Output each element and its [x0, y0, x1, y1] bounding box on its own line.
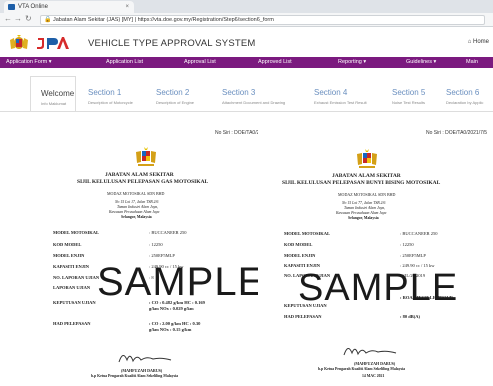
tab-subtitle: Info Maklumat	[41, 101, 67, 106]
address-line: Taman Industri Alam Jaya,	[344, 206, 386, 210]
company-name: MODAZ MOTOSIKAL SDN BHD	[338, 192, 396, 197]
forward-icon[interactable]: →	[14, 14, 22, 23]
agency-name: JABATAN ALAM SEKITAR	[105, 172, 174, 178]
tab-title: VTA Online	[18, 4, 48, 10]
tab-subtitle: Description of Engine	[156, 100, 195, 105]
field-label: MODEL ENJIN	[53, 253, 85, 258]
close-tab-icon[interactable]: ×	[125, 1, 129, 13]
tab-title: Section 5	[392, 88, 426, 97]
agency-name: JABATAN ALAM SEKITAR	[332, 173, 401, 179]
certificate-emission: No Siri : DOE/TA0/2021 JABATAN ALAM SEKI…	[45, 120, 268, 386]
field-label: KEPUTUSAN UJIAN	[53, 300, 96, 305]
address-line: Taman Industri Alam Jaya,	[117, 205, 159, 209]
field-label: MODEL MOTOSIKAL	[53, 230, 100, 235]
tab-section-2[interactable]: Section 2 Description of Engine	[146, 76, 216, 112]
field-label: NO. LAPORAN UJIAN	[53, 275, 100, 280]
browser-tabbar: VTA Online ×	[0, 0, 493, 13]
tab-title: Section 6	[446, 88, 480, 97]
field-value: : 250EF5MLP	[149, 253, 175, 258]
certificate-noise: No Siri : DOE/TA0/2021/7/5 JABATAN ALAM …	[258, 127, 493, 386]
sample-watermark: SAMPLE	[97, 260, 266, 304]
signatory-name: (MAHFUZAH DARUS)	[354, 361, 396, 366]
menu-guidelines[interactable]: Guidelines ▾	[406, 57, 436, 68]
field-label: KAPASITI ENJIN	[53, 264, 90, 269]
jas-logo-icon	[37, 37, 69, 49]
app-header: VEHICLE TYPE APPROVAL SYSTEM ⌂ Home	[0, 28, 493, 58]
field-value: : CO : 2.00 g/km HC : 0.30 g/km NOx : 0.…	[149, 321, 201, 332]
malaysia-crest-icon	[10, 35, 28, 49]
signatory-name: (MAHFUZAH DARUS)	[121, 368, 163, 373]
reload-icon[interactable]: ↻	[25, 14, 32, 23]
tab-subtitle: Exhaust Emission Test Result	[314, 100, 367, 105]
field-label: KOD MODEL	[284, 242, 313, 247]
tab-title: Section 3	[222, 88, 256, 97]
field-label: HAD PELEPASAN	[53, 321, 91, 326]
field-label: KOD MODEL	[53, 242, 82, 247]
field-label: LAPORAN UJIAN	[53, 285, 91, 290]
address-line: Selangor, Malaysia	[348, 216, 379, 220]
tab-title: Welcome	[41, 89, 75, 98]
main-menu: Application Form ▾ Application List Appr…	[0, 57, 493, 68]
address-line: No 15 Lot 17, Jalan TSB 2/6	[115, 200, 159, 204]
tab-title: Section 1	[88, 88, 122, 97]
field-value: : BUCCANEER 250	[400, 231, 438, 236]
certificate-title: SIJIL KELULUSAN PELEPASAN BUNYI BISING M…	[282, 180, 441, 186]
address-line: No 15 Lot 77, Jalan TSB 2/6	[342, 201, 386, 205]
sample-watermark: SAMPLE	[298, 267, 459, 309]
address-line: Kawasan Perusahaan Alam Jaya	[109, 210, 160, 214]
tab-subtitle: Attachment Document and Drawing	[222, 100, 286, 105]
step-tabs: Welcome Info Maklumat Section 1 Descript…	[0, 76, 493, 112]
signature-mark	[118, 355, 172, 363]
menu-approved-list[interactable]: Approved List	[258, 57, 292, 68]
tab-title: Section 4	[314, 88, 348, 97]
address-bar-row: ← → ↻ 🔒 Jabatan Alam Sekitar (JAS) [MY] …	[0, 13, 493, 27]
field-label: MODEL MOTOSIKAL	[284, 231, 331, 236]
tab-subtitle: Noise Test Results	[392, 100, 426, 105]
field-value: : BUCCANEER 250	[149, 230, 187, 235]
field-value: : 12250	[400, 242, 414, 247]
coat-of-arms-icon	[357, 149, 377, 168]
tab-subtitle: Description of Motorcycle	[88, 100, 133, 105]
certificate-title: SIJIL KELULUSAN PELEPASAN GAS MOTOSIKAL	[77, 179, 209, 185]
menu-reporting[interactable]: Reporting ▾	[338, 57, 366, 68]
lock-icon: 🔒	[44, 17, 52, 23]
field-value: : 12250	[149, 242, 163, 247]
step-divider	[0, 111, 493, 112]
menu-approval-list[interactable]: Approval List	[184, 57, 216, 68]
field-label: MODEL ENJIN	[284, 253, 316, 258]
tab-title: Section 2	[156, 88, 190, 97]
app-title: VEHICLE TYPE APPROVAL SYSTEM	[88, 38, 256, 49]
address-line: Kawasan Perusahaan Alam Jaya	[336, 211, 387, 215]
address-line: Selangor, Malaysia	[121, 215, 152, 219]
coat-of-arms-icon	[136, 147, 156, 166]
tab-section-3[interactable]: Section 3 Attachment Document and Drawin…	[212, 76, 308, 112]
menu-application-form[interactable]: Application Form ▾	[6, 57, 52, 68]
tab-section-5[interactable]: Section 5 Noise Test Results	[382, 76, 438, 112]
back-icon[interactable]: ←	[4, 14, 12, 23]
tab-section-6[interactable]: Section 6 Declaration by Applic	[436, 76, 493, 112]
company-name: MODAZ MOTOSIKAL SDN BHD	[107, 191, 165, 196]
favicon-icon	[8, 4, 15, 10]
field-value: : 80 dB(A)	[400, 314, 420, 319]
issue-date: 14 MAC 2021	[362, 374, 385, 378]
url-field[interactable]: 🔒 Jabatan Alam Sekitar (JAS) [MY] | http…	[40, 15, 485, 25]
field-value: : 250EF5MLP	[400, 253, 426, 258]
signatory-title: b.p Ketua Pengarah Kualiti Alam Sekelili…	[91, 374, 179, 378]
home-link[interactable]: ⌂ Home	[468, 39, 489, 45]
field-label: HAD PELEPASAN	[284, 314, 322, 319]
signature-mark	[343, 348, 397, 356]
serial-number: No Siri : DOE/TA0/2021/7/5	[426, 130, 488, 136]
browser-tab[interactable]: VTA Online ×	[4, 1, 134, 13]
menu-main[interactable]: Main	[466, 57, 478, 68]
signatory-title: b.p Ketua Pengarah Kualiti Alam Sekelili…	[318, 367, 406, 371]
url-text: Jabatan Alam Sekitar (JAS) [MY] | https:…	[53, 17, 274, 23]
tab-subtitle: Declaration by Applic	[446, 100, 484, 105]
home-label: Home	[472, 39, 489, 45]
tab-welcome[interactable]: Welcome Info Maklumat	[30, 76, 76, 112]
menu-application-list[interactable]: Application List	[106, 57, 143, 68]
